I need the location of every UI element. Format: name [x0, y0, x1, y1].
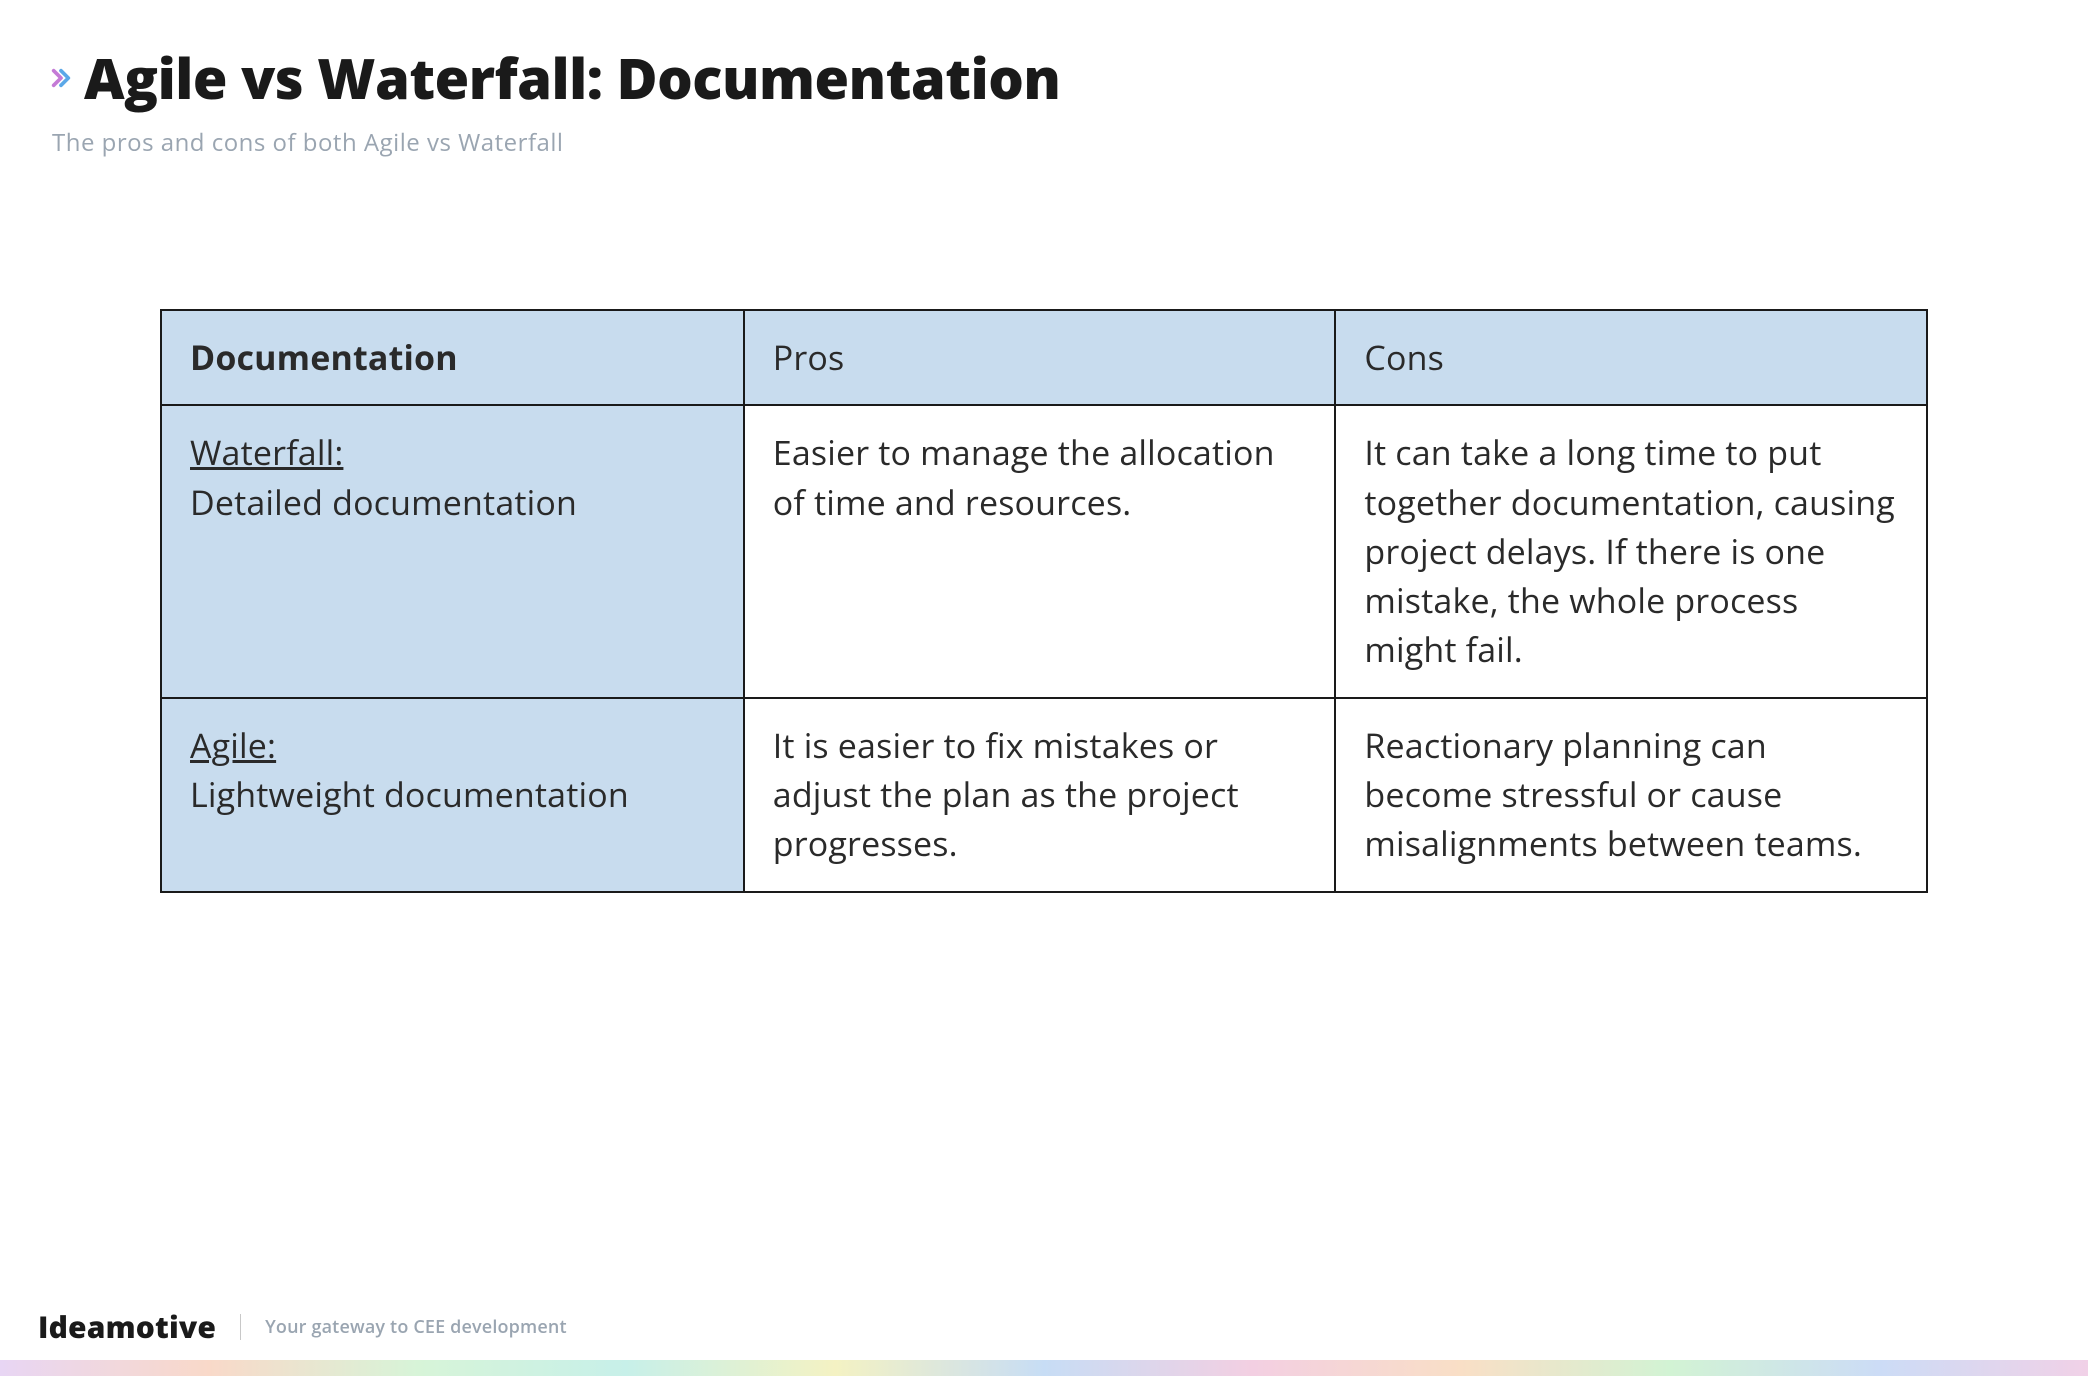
page-title: Agile vs Waterfall: Documentation: [84, 40, 1060, 116]
row-label-waterfall: Waterfall: Detailed documentation: [161, 405, 744, 697]
page-footer: Ideamotive Your gateway to CEE developme…: [0, 1306, 2088, 1376]
cell-agile-cons: Reactionary planning can become stressfu…: [1335, 698, 1927, 892]
table-row: Agile: Lightweight documentation It is e…: [161, 698, 1927, 892]
brand-tagline: Your gateway to CEE development: [265, 1315, 567, 1339]
col-header-pros: Pros: [744, 310, 1336, 405]
title-row: Agile vs Waterfall: Documentation: [50, 40, 2038, 116]
cell-agile-pros: It is easier to fix mistakes or adjust t…: [744, 698, 1336, 892]
row-label-desc: Detailed documentation: [190, 479, 577, 525]
rainbow-strip: [0, 1360, 2088, 1376]
row-label-desc: Lightweight documentation: [190, 771, 629, 817]
cell-waterfall-cons: It can take a long time to put together …: [1335, 405, 1927, 697]
brand-logo: Ideamotive: [38, 1306, 216, 1347]
row-label-title: Agile:: [190, 722, 276, 768]
cell-waterfall-pros: Easier to manage the allocation of time …: [744, 405, 1336, 697]
table-header-row: Documentation Pros Cons: [161, 310, 1927, 405]
col-header-documentation: Documentation: [161, 310, 744, 405]
comparison-table: Documentation Pros Cons Waterfall: Detai…: [160, 309, 1928, 893]
chevron-right-icon: [50, 67, 72, 89]
page-subtitle: The pros and cons of both Agile vs Water…: [52, 126, 2038, 159]
table-row: Waterfall: Detailed documentation Easier…: [161, 405, 1927, 697]
row-label-agile: Agile: Lightweight documentation: [161, 698, 744, 892]
comparison-table-wrapper: Documentation Pros Cons Waterfall: Detai…: [0, 159, 2088, 893]
footer-bar: Ideamotive Your gateway to CEE developme…: [0, 1306, 2088, 1367]
col-header-cons: Cons: [1335, 310, 1927, 405]
row-label-title: Waterfall:: [190, 429, 343, 475]
page-header: Agile vs Waterfall: Documentation The pr…: [0, 0, 2088, 159]
vertical-divider: [240, 1314, 241, 1340]
